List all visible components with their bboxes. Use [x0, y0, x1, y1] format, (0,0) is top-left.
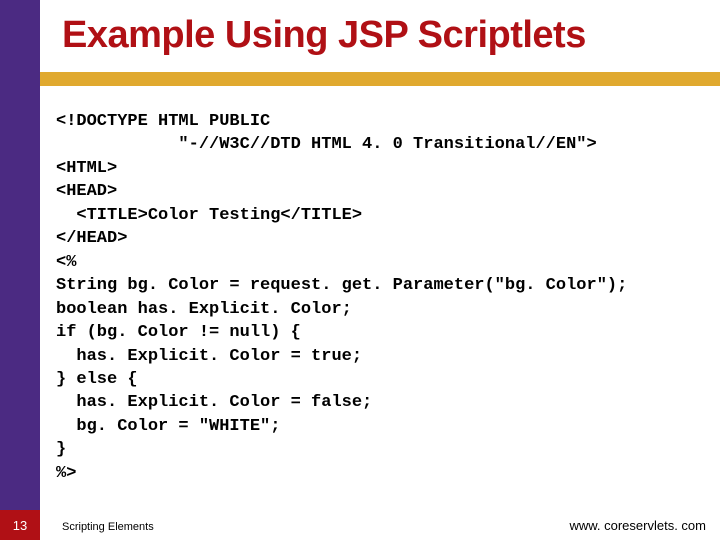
footer-right-text: www. coreservlets. com — [569, 518, 706, 533]
page-number: 13 — [0, 510, 40, 540]
slide-footer: 13 Scripting Elements www. coreservlets.… — [0, 510, 720, 540]
left-accent-bar — [0, 0, 40, 540]
footer-left-text: Scripting Elements — [62, 521, 154, 533]
header-accent-band — [40, 72, 720, 86]
slide-title: Example Using JSP Scriptlets — [62, 14, 586, 57]
code-block: <!DOCTYPE HTML PUBLIC "-//W3C//DTD HTML … — [56, 110, 704, 485]
